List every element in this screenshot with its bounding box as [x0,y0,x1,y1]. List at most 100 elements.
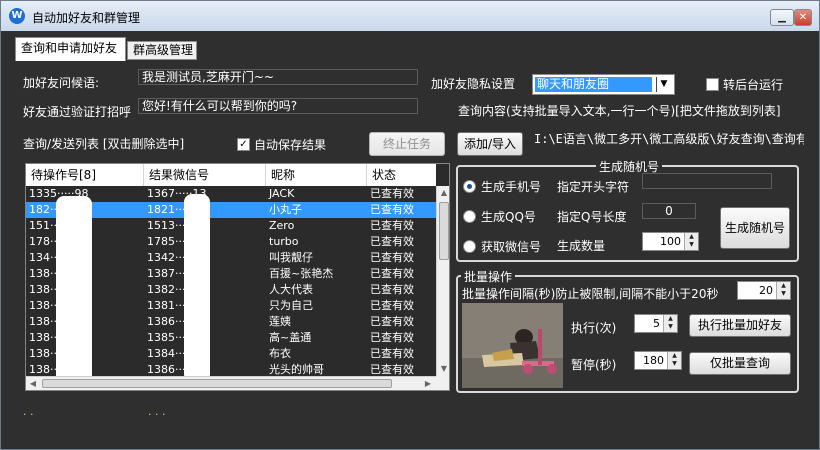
interval-stepper[interactable]: 20 ▲ ▼ [737,281,791,300]
cell-nick: JACK [269,187,295,200]
stop-task-button[interactable]: 终止任务 [369,132,445,156]
redaction-mask [184,194,210,382]
cell-nick: 小丸子 [269,203,302,216]
column-header-wx[interactable]: 结果微信号 [144,164,266,186]
preview-image [462,303,563,388]
cell-status: 已查有效 [370,187,414,200]
cell-status: 已查有效 [370,251,414,264]
horizontal-scrollbar[interactable]: ◀ ▶ [26,376,436,390]
cell-nick: 布衣 [269,347,291,360]
greeting-input[interactable]: 我是测试员,芝麻开门~~ [138,69,418,85]
generate-random-button[interactable]: 生成随机号 [720,207,790,249]
autosave-label: 自动保存结果 [254,138,327,152]
batch-add-friend-button[interactable]: 执行批量加好友 [689,314,791,337]
cell-nick: 只为自己 [269,299,313,312]
cell-nick: Zero [269,219,295,232]
query-result-list[interactable]: 待操作号[8] 结果微信号 昵称 状态 1335·····98 1367·····… [25,163,450,391]
minimize-button[interactable]: ▁ [770,9,794,26]
column-header-nick[interactable]: 昵称 [266,164,367,186]
exec-count-value[interactable]: 5 [635,315,663,332]
scroll-right-icon[interactable]: ▶ [421,377,435,390]
prefix-input[interactable] [642,173,772,189]
redaction-mask [56,196,92,384]
radio-unselected-icon[interactable] [463,210,476,223]
column-header-op[interactable]: 待操作号[8] [26,164,144,186]
count-spin-buttons[interactable]: ▲ ▼ [684,233,698,250]
exec-count-label: 执行(次) [571,321,617,335]
pause-spin-buttons[interactable]: ▲ ▼ [667,352,681,369]
horizontal-scroll-thumb[interactable] [42,379,392,388]
batch-query-button[interactable]: 仅批量查询 [689,352,791,375]
scroll-up-icon[interactable]: ▲ [437,186,449,200]
privacy-select[interactable]: 聊天和朋友圈 ▼ [532,74,675,95]
list-header: 待操作号[8] 结果微信号 昵称 状态 [26,164,436,186]
scooter-photo-icon [462,303,563,388]
verify-greeting-label: 好友通过验证打招呼 [23,105,132,119]
radio-qq-label: 生成QQ号 [481,210,536,224]
checkmark-icon[interactable]: ✓ [237,138,250,151]
exec-count-stepper[interactable]: 5 ▲ ▼ [634,314,678,333]
spin-up-icon[interactable]: ▲ [664,315,677,323]
radio-wechat-label: 获取微信号 [481,240,542,254]
count-label: 生成数量 [557,239,606,253]
verify-greeting-input[interactable]: 您好!有什么可以帮到你的吗? [138,98,418,114]
tab-query-add-friend[interactable]: 查询和申请加好友 [15,37,126,61]
prefix-label: 指定开头字符 [557,180,630,194]
app-window: W 自动加好友和群管理 ▁ ✕ 查询和申请加好友 群高级管理 加好友问候语: 我… [0,0,820,450]
autosave-checkbox[interactable]: ✓ 自动保存结果 [237,136,326,153]
radio-wechat[interactable]: 获取微信号 [463,238,541,255]
pause-label: 暂停(秒) [571,358,617,372]
title-bar[interactable]: W 自动加好友和群管理 ▁ ✕ [1,1,819,31]
radio-selected-icon[interactable] [463,180,476,193]
query-hint-text: 查询内容(支持批量导入文本,一行一个号)[把文件拖放到列表] [458,104,781,118]
vertical-scrollbar[interactable]: ▲ ▼ [436,186,449,376]
spin-up-icon[interactable]: ▲ [777,282,790,290]
close-button[interactable]: ✕ [794,9,812,26]
scroll-down-icon[interactable]: ▼ [437,362,449,376]
cell-status: 已查有效 [370,235,414,248]
interval-spin-buttons[interactable]: ▲ ▼ [776,282,790,299]
cell-status: 已查有效 [370,219,414,232]
count-value[interactable]: 100 [643,233,684,250]
qq-length-label: 指定Q号长度 [557,210,627,224]
cell-nick: 叫我靓仔 [269,251,313,264]
spin-down-icon[interactable]: ▼ [668,360,681,368]
pause-stepper[interactable]: 180 ▲ ▼ [634,351,682,370]
vertical-scroll-thumb[interactable] [439,202,449,260]
scroll-left-icon[interactable]: ◀ [26,377,40,390]
background-run-label: 转后台运行 [723,78,784,92]
tab-group-advanced[interactable]: 群高级管理 [127,41,197,60]
list-label: 查询/发送列表 [双击删除选中] [23,137,185,151]
pause-value[interactable]: 180 [635,352,667,369]
interval-value[interactable]: 20 [738,282,776,299]
spin-down-icon[interactable]: ▼ [685,241,698,249]
column-header-status[interactable]: 状态 [367,164,436,186]
radio-unselected-icon[interactable] [463,240,476,253]
qq-length-input[interactable]: 0 [642,203,696,219]
spin-down-icon[interactable]: ▼ [777,290,790,298]
scroll-corner [436,376,449,390]
spin-up-icon[interactable]: ▲ [685,233,698,241]
batch-group-title: 批量操作 [461,268,516,285]
background-run-checkbox[interactable]: 转后台运行 [706,76,783,93]
cell-status: 已查有效 [370,347,414,360]
radio-phone[interactable]: 生成手机号 [463,178,541,195]
privacy-label: 加好友隐私设置 [431,77,516,91]
greeting-label: 加好友问候语: [23,76,100,90]
cell-status: 已查有效 [370,267,414,280]
status-text-middle: . . . [148,405,166,418]
exec-spin-buttons[interactable]: ▲ ▼ [663,315,677,332]
spin-down-icon[interactable]: ▼ [664,323,677,331]
chevron-down-icon[interactable]: ▼ [654,75,674,94]
spin-up-icon[interactable]: ▲ [668,352,681,360]
cell-status: 已查有效 [370,283,414,296]
radio-phone-label: 生成手机号 [481,180,542,194]
checkbox-box[interactable] [706,78,719,91]
cell-nick: 百援~张艳杰 [269,267,334,280]
status-text-left: . . [23,405,34,418]
cell-nick: turbo [269,235,299,248]
add-import-button[interactable]: 添加/导入 [457,132,523,156]
count-stepper[interactable]: 100 ▲ ▼ [642,232,699,251]
cell-nick: 莲姨 [269,315,291,328]
radio-qq[interactable]: 生成QQ号 [463,208,536,225]
